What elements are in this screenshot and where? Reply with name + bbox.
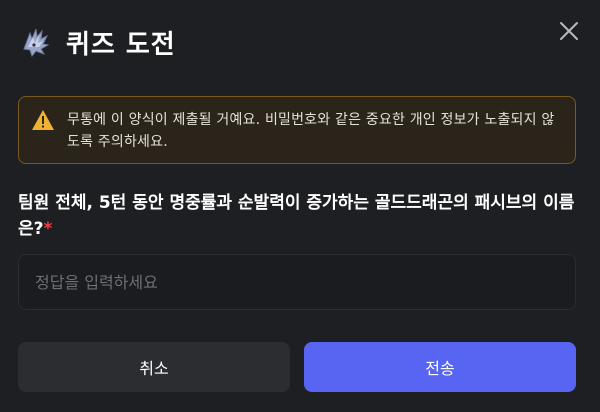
cancel-button[interactable]: 취소: [18, 342, 290, 392]
modal-header: 퀴즈 도전: [18, 22, 176, 62]
quiz-logo-icon: [18, 25, 52, 59]
answer-input[interactable]: [18, 254, 576, 310]
warning-banner: 무통에 이 양식이 제출될 거예요. 비밀번호와 같은 중요한 개인 정보가 노…: [18, 96, 576, 164]
close-icon[interactable]: [556, 18, 582, 44]
warning-text: 무통에 이 양식이 제출될 거예요. 비밀번호와 같은 중요한 개인 정보가 노…: [67, 112, 555, 150]
modal-title: 퀴즈 도전: [66, 29, 176, 60]
submit-button[interactable]: 전송: [304, 342, 576, 392]
quiz-modal: 퀴즈 도전 무통에 이 양식이 제출될 거예요. 비밀번호와 같은 중요한 개인…: [0, 0, 600, 412]
question-text: 팀원 전체, 5턴 동안 명중률과 순발력이 증가하는 골드드래곤의 패시브의 …: [18, 193, 575, 239]
question-label: 팀원 전체, 5턴 동안 명중률과 순발력이 증가하는 골드드래곤의 패시브의 …: [18, 190, 578, 242]
warning-icon: [31, 109, 55, 131]
required-mark: *: [43, 219, 53, 239]
